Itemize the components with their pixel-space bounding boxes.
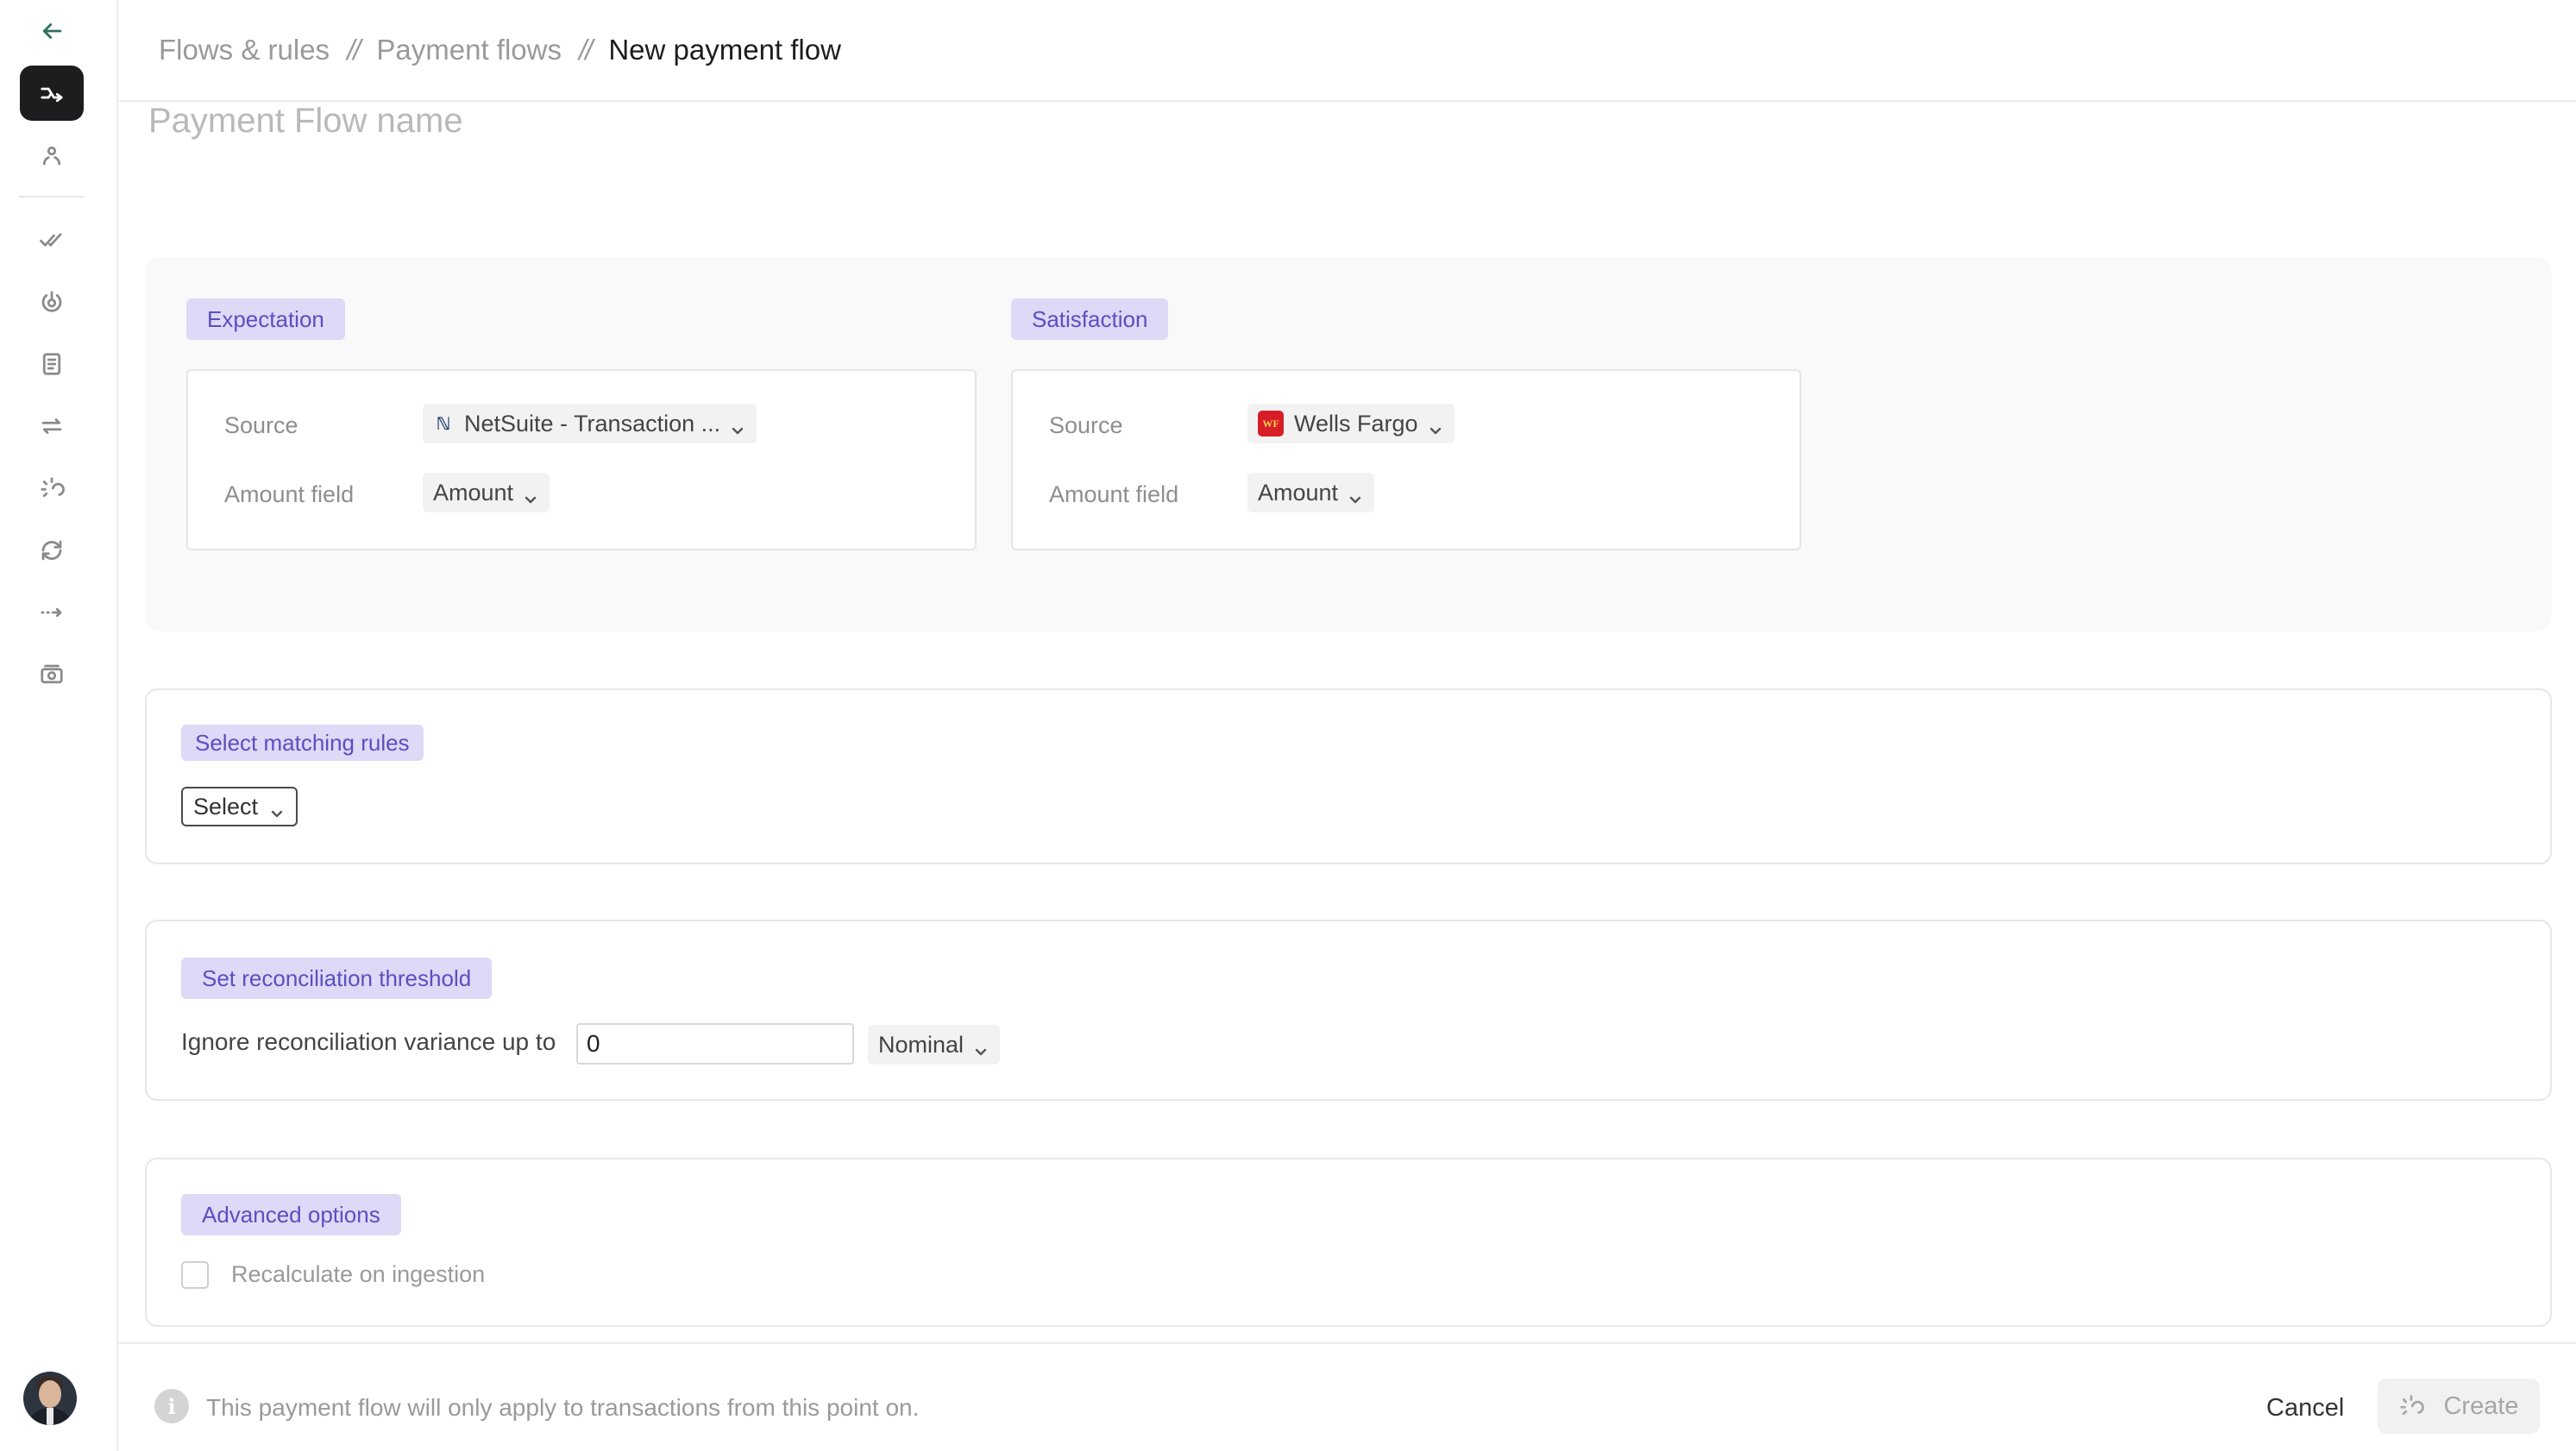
matching-rules-pill: Select matching rules: [181, 725, 424, 761]
chevron-down-icon: [731, 417, 745, 435]
threshold-unit-dropdown[interactable]: Nominal: [868, 1025, 1001, 1065]
advanced-options-card: Advanced options Recalculate on ingestio…: [145, 1158, 2552, 1327]
chevron-down-icon: [524, 486, 537, 504]
recalculate-checkbox[interactable]: [181, 1261, 209, 1289]
chevron-down-icon: [270, 800, 284, 818]
satisfaction-source-value: Wells Fargo: [1294, 410, 1418, 437]
sparkle-loader-icon[interactable]: [20, 461, 84, 516]
threshold-unit-value: Nominal: [878, 1031, 964, 1058]
sidebar-divider: [19, 196, 85, 198]
create-button-label: Create: [2443, 1391, 2519, 1420]
expectation-amount-value: Amount: [433, 479, 514, 506]
matching-rules-select[interactable]: Select: [181, 787, 298, 826]
refresh-icon[interactable]: [20, 523, 84, 578]
double-check-icon[interactable]: [20, 212, 84, 267]
cash-icon[interactable]: [20, 647, 84, 702]
satisfaction-amount-label: Amount field: [1049, 481, 1179, 507]
flows-icon[interactable]: [20, 66, 84, 121]
footer: i This payment flow will only apply to t…: [118, 1342, 2576, 1451]
user-avatar[interactable]: [23, 1372, 77, 1425]
satisfaction-source-label: Source: [1049, 412, 1123, 438]
transfer-icon[interactable]: [20, 399, 84, 454]
flow-name-input[interactable]: Payment Flow name: [148, 102, 463, 141]
expectation-pill: Expectation: [186, 298, 345, 340]
breadcrumb-separator: //: [347, 34, 361, 66]
expectation-amount-dropdown[interactable]: Amount: [423, 473, 550, 512]
breadcrumb-current: New payment flow: [608, 34, 841, 66]
matching-rules-select-value: Select: [193, 793, 259, 820]
dotted-arrow-icon[interactable]: [20, 585, 84, 640]
satisfaction-box: Source WF Wells Fargo Amount field Amoun…: [1011, 369, 1801, 550]
create-button[interactable]: Create: [2378, 1379, 2540, 1434]
threshold-text: Ignore reconciliation variance up to: [181, 1028, 556, 1055]
breadcrumb: Flows & rules // Payment flows // New pa…: [118, 0, 2576, 102]
chevron-down-icon: [1429, 417, 1442, 435]
sidebar: [0, 0, 118, 1451]
satisfaction-amount-value: Amount: [1258, 479, 1339, 506]
satisfaction-amount-dropdown[interactable]: Amount: [1247, 473, 1375, 512]
document-icon[interactable]: [20, 336, 84, 392]
breadcrumb-flows-rules[interactable]: Flows & rules: [159, 34, 330, 66]
info-icon: i: [154, 1389, 189, 1423]
expectation-source-value: NetSuite - Transaction ...: [464, 410, 721, 437]
chevron-down-icon: [1348, 486, 1362, 504]
sync-user-icon[interactable]: [20, 128, 84, 183]
satisfaction-pill: Satisfaction: [1011, 298, 1169, 340]
breadcrumb-separator: //: [579, 34, 593, 66]
netsuite-icon: ℕ: [436, 414, 451, 434]
threshold-pill: Set reconciliation threshold: [181, 958, 493, 999]
satisfaction-source-dropdown[interactable]: WF Wells Fargo: [1247, 404, 1454, 443]
threshold-card: Set reconciliation threshold Ignore reco…: [145, 920, 2552, 1101]
expectation-box: Source ℕ NetSuite - Transaction ... Amou…: [186, 369, 977, 550]
breadcrumb-payment-flows[interactable]: Payment flows: [376, 34, 562, 66]
loader-icon: [2400, 1395, 2425, 1416]
expectation-amount-label: Amount field: [224, 481, 355, 507]
back-arrow-icon[interactable]: [20, 3, 84, 59]
sources-card: Expectation Source ℕ NetSuite - Transact…: [145, 257, 2552, 631]
footer-info-text: This payment flow will only apply to tra…: [206, 1394, 920, 1421]
expectation-source-label: Source: [224, 412, 298, 438]
chevron-down-icon: [974, 1038, 988, 1056]
power-icon[interactable]: [20, 274, 84, 330]
recalculate-label[interactable]: Recalculate on ingestion: [231, 1261, 485, 1288]
cancel-button[interactable]: Cancel: [2249, 1382, 2361, 1434]
wells-fargo-icon: WF: [1258, 411, 1284, 437]
advanced-options-pill: Advanced options: [181, 1194, 401, 1235]
threshold-value-input[interactable]: [576, 1023, 854, 1065]
matching-rules-card: Select matching rules Select: [145, 688, 2552, 864]
expectation-source-dropdown[interactable]: ℕ NetSuite - Transaction ...: [423, 404, 757, 443]
